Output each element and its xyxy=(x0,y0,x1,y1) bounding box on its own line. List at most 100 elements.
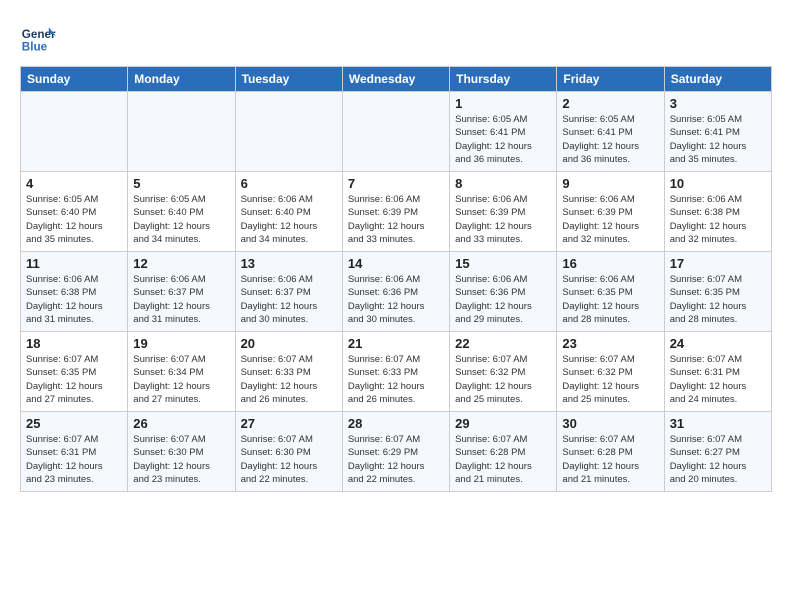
calendar-cell: 25 Sunrise: 6:07 AMSunset: 6:31 PMDayligh… xyxy=(21,412,128,492)
calendar-cell: 13 Sunrise: 6:06 AMSunset: 6:37 PMDayligh… xyxy=(235,252,342,332)
day-number: 15 xyxy=(455,256,551,271)
calendar-cell xyxy=(342,92,449,172)
day-number: 6 xyxy=(241,176,337,191)
calendar-cell: 8 Sunrise: 6:06 AMSunset: 6:39 PMDaylight… xyxy=(450,172,557,252)
day-number: 22 xyxy=(455,336,551,351)
day-number: 4 xyxy=(26,176,122,191)
day-number: 10 xyxy=(670,176,766,191)
day-number: 2 xyxy=(562,96,658,111)
page-header: General Blue xyxy=(20,20,772,56)
calendar-body: 1 Sunrise: 6:05 AMSunset: 6:41 PMDaylight… xyxy=(21,92,772,492)
calendar-cell: 23 Sunrise: 6:07 AMSunset: 6:32 PMDayligh… xyxy=(557,332,664,412)
day-info: Sunrise: 6:06 AMSunset: 6:37 PMDaylight:… xyxy=(133,273,229,326)
day-info: Sunrise: 6:06 AMSunset: 6:38 PMDaylight:… xyxy=(26,273,122,326)
day-number: 25 xyxy=(26,416,122,431)
day-number: 21 xyxy=(348,336,444,351)
calendar-cell: 7 Sunrise: 6:06 AMSunset: 6:39 PMDaylight… xyxy=(342,172,449,252)
weekday-header-thursday: Thursday xyxy=(450,67,557,92)
day-info: Sunrise: 6:06 AMSunset: 6:38 PMDaylight:… xyxy=(670,193,766,246)
day-info: Sunrise: 6:07 AMSunset: 6:27 PMDaylight:… xyxy=(670,433,766,486)
weekday-header-sunday: Sunday xyxy=(21,67,128,92)
day-info: Sunrise: 6:07 AMSunset: 6:31 PMDaylight:… xyxy=(670,353,766,406)
day-info: Sunrise: 6:05 AMSunset: 6:40 PMDaylight:… xyxy=(26,193,122,246)
day-info: Sunrise: 6:06 AMSunset: 6:36 PMDaylight:… xyxy=(455,273,551,326)
calendar-week-row: 11 Sunrise: 6:06 AMSunset: 6:38 PMDayligh… xyxy=(21,252,772,332)
day-number: 29 xyxy=(455,416,551,431)
calendar-cell: 6 Sunrise: 6:06 AMSunset: 6:40 PMDaylight… xyxy=(235,172,342,252)
day-number: 23 xyxy=(562,336,658,351)
day-number: 5 xyxy=(133,176,229,191)
calendar-cell: 19 Sunrise: 6:07 AMSunset: 6:34 PMDayligh… xyxy=(128,332,235,412)
calendar-cell: 20 Sunrise: 6:07 AMSunset: 6:33 PMDayligh… xyxy=(235,332,342,412)
day-number: 13 xyxy=(241,256,337,271)
day-info: Sunrise: 6:06 AMSunset: 6:35 PMDaylight:… xyxy=(562,273,658,326)
calendar-cell: 3 Sunrise: 6:05 AMSunset: 6:41 PMDaylight… xyxy=(664,92,771,172)
day-number: 9 xyxy=(562,176,658,191)
calendar-cell: 30Sunrise: 6:07 AMSunset: 6:28 PMDayligh… xyxy=(557,412,664,492)
day-number: 11 xyxy=(26,256,122,271)
day-info: Sunrise: 6:07 AMSunset: 6:34 PMDaylight:… xyxy=(133,353,229,406)
day-info: Sunrise: 6:05 AMSunset: 6:40 PMDaylight:… xyxy=(133,193,229,246)
calendar-cell: 21Sunrise: 6:07 AMSunset: 6:33 PMDayligh… xyxy=(342,332,449,412)
calendar-week-row: 25 Sunrise: 6:07 AMSunset: 6:31 PMDayligh… xyxy=(21,412,772,492)
svg-text:Blue: Blue xyxy=(22,41,48,54)
weekday-header-wednesday: Wednesday xyxy=(342,67,449,92)
day-info: Sunrise: 6:06 AMSunset: 6:39 PMDaylight:… xyxy=(562,193,658,246)
calendar-cell: 14Sunrise: 6:06 AMSunset: 6:36 PMDayligh… xyxy=(342,252,449,332)
calendar-cell: 11 Sunrise: 6:06 AMSunset: 6:38 PMDayligh… xyxy=(21,252,128,332)
day-info: Sunrise: 6:07 AMSunset: 6:30 PMDaylight:… xyxy=(133,433,229,486)
calendar-week-row: 18 Sunrise: 6:07 AMSunset: 6:35 PMDayligh… xyxy=(21,332,772,412)
day-info: Sunrise: 6:07 AMSunset: 6:31 PMDaylight:… xyxy=(26,433,122,486)
day-info: Sunrise: 6:05 AMSunset: 6:41 PMDaylight:… xyxy=(562,113,658,166)
day-number: 1 xyxy=(455,96,551,111)
calendar-cell: 24Sunrise: 6:07 AMSunset: 6:31 PMDayligh… xyxy=(664,332,771,412)
calendar-cell: 4 Sunrise: 6:05 AMSunset: 6:40 PMDaylight… xyxy=(21,172,128,252)
day-number: 17 xyxy=(670,256,766,271)
logo: General Blue xyxy=(20,20,60,56)
calendar-table: SundayMondayTuesdayWednesdayThursdayFrid… xyxy=(20,66,772,492)
day-info: Sunrise: 6:05 AMSunset: 6:41 PMDaylight:… xyxy=(670,113,766,166)
calendar-week-row: 1 Sunrise: 6:05 AMSunset: 6:41 PMDaylight… xyxy=(21,92,772,172)
calendar-cell: 29 Sunrise: 6:07 AMSunset: 6:28 PMDayligh… xyxy=(450,412,557,492)
day-number: 18 xyxy=(26,336,122,351)
day-number: 20 xyxy=(241,336,337,351)
day-number: 7 xyxy=(348,176,444,191)
day-number: 3 xyxy=(670,96,766,111)
day-info: Sunrise: 6:05 AMSunset: 6:41 PMDaylight:… xyxy=(455,113,551,166)
logo-icon: General Blue xyxy=(20,20,56,56)
weekday-header-tuesday: Tuesday xyxy=(235,67,342,92)
calendar-cell: 31 Sunrise: 6:07 AMSunset: 6:27 PMDayligh… xyxy=(664,412,771,492)
calendar-cell: 5 Sunrise: 6:05 AMSunset: 6:40 PMDaylight… xyxy=(128,172,235,252)
calendar-cell: 16 Sunrise: 6:06 AMSunset: 6:35 PMDayligh… xyxy=(557,252,664,332)
day-number: 27 xyxy=(241,416,337,431)
calendar-cell: 10 Sunrise: 6:06 AMSunset: 6:38 PMDayligh… xyxy=(664,172,771,252)
calendar-cell: 1 Sunrise: 6:05 AMSunset: 6:41 PMDaylight… xyxy=(450,92,557,172)
calendar-header: SundayMondayTuesdayWednesdayThursdayFrid… xyxy=(21,67,772,92)
day-info: Sunrise: 6:07 AMSunset: 6:33 PMDaylight:… xyxy=(241,353,337,406)
day-info: Sunrise: 6:07 AMSunset: 6:35 PMDaylight:… xyxy=(26,353,122,406)
calendar-cell xyxy=(128,92,235,172)
weekday-header-row: SundayMondayTuesdayWednesdayThursdayFrid… xyxy=(21,67,772,92)
day-info: Sunrise: 6:06 AMSunset: 6:39 PMDaylight:… xyxy=(348,193,444,246)
day-number: 31 xyxy=(670,416,766,431)
day-number: 8 xyxy=(455,176,551,191)
day-info: Sunrise: 6:07 AMSunset: 6:32 PMDaylight:… xyxy=(455,353,551,406)
day-number: 16 xyxy=(562,256,658,271)
day-info: Sunrise: 6:07 AMSunset: 6:28 PMDaylight:… xyxy=(455,433,551,486)
day-info: Sunrise: 6:07 AMSunset: 6:29 PMDaylight:… xyxy=(348,433,444,486)
calendar-cell: 27Sunrise: 6:07 AMSunset: 6:30 PMDayligh… xyxy=(235,412,342,492)
calendar-cell: 17Sunrise: 6:07 AMSunset: 6:35 PMDayligh… xyxy=(664,252,771,332)
calendar-cell: 18 Sunrise: 6:07 AMSunset: 6:35 PMDayligh… xyxy=(21,332,128,412)
day-number: 19 xyxy=(133,336,229,351)
day-info: Sunrise: 6:07 AMSunset: 6:32 PMDaylight:… xyxy=(562,353,658,406)
calendar-cell: 26 Sunrise: 6:07 AMSunset: 6:30 PMDayligh… xyxy=(128,412,235,492)
day-info: Sunrise: 6:06 AMSunset: 6:37 PMDaylight:… xyxy=(241,273,337,326)
day-info: Sunrise: 6:06 AMSunset: 6:39 PMDaylight:… xyxy=(455,193,551,246)
day-number: 26 xyxy=(133,416,229,431)
calendar-cell: 2 Sunrise: 6:05 AMSunset: 6:41 PMDaylight… xyxy=(557,92,664,172)
day-number: 30 xyxy=(562,416,658,431)
day-info: Sunrise: 6:06 AMSunset: 6:40 PMDaylight:… xyxy=(241,193,337,246)
day-info: Sunrise: 6:06 AMSunset: 6:36 PMDaylight:… xyxy=(348,273,444,326)
calendar-cell: 9 Sunrise: 6:06 AMSunset: 6:39 PMDaylight… xyxy=(557,172,664,252)
weekday-header-monday: Monday xyxy=(128,67,235,92)
